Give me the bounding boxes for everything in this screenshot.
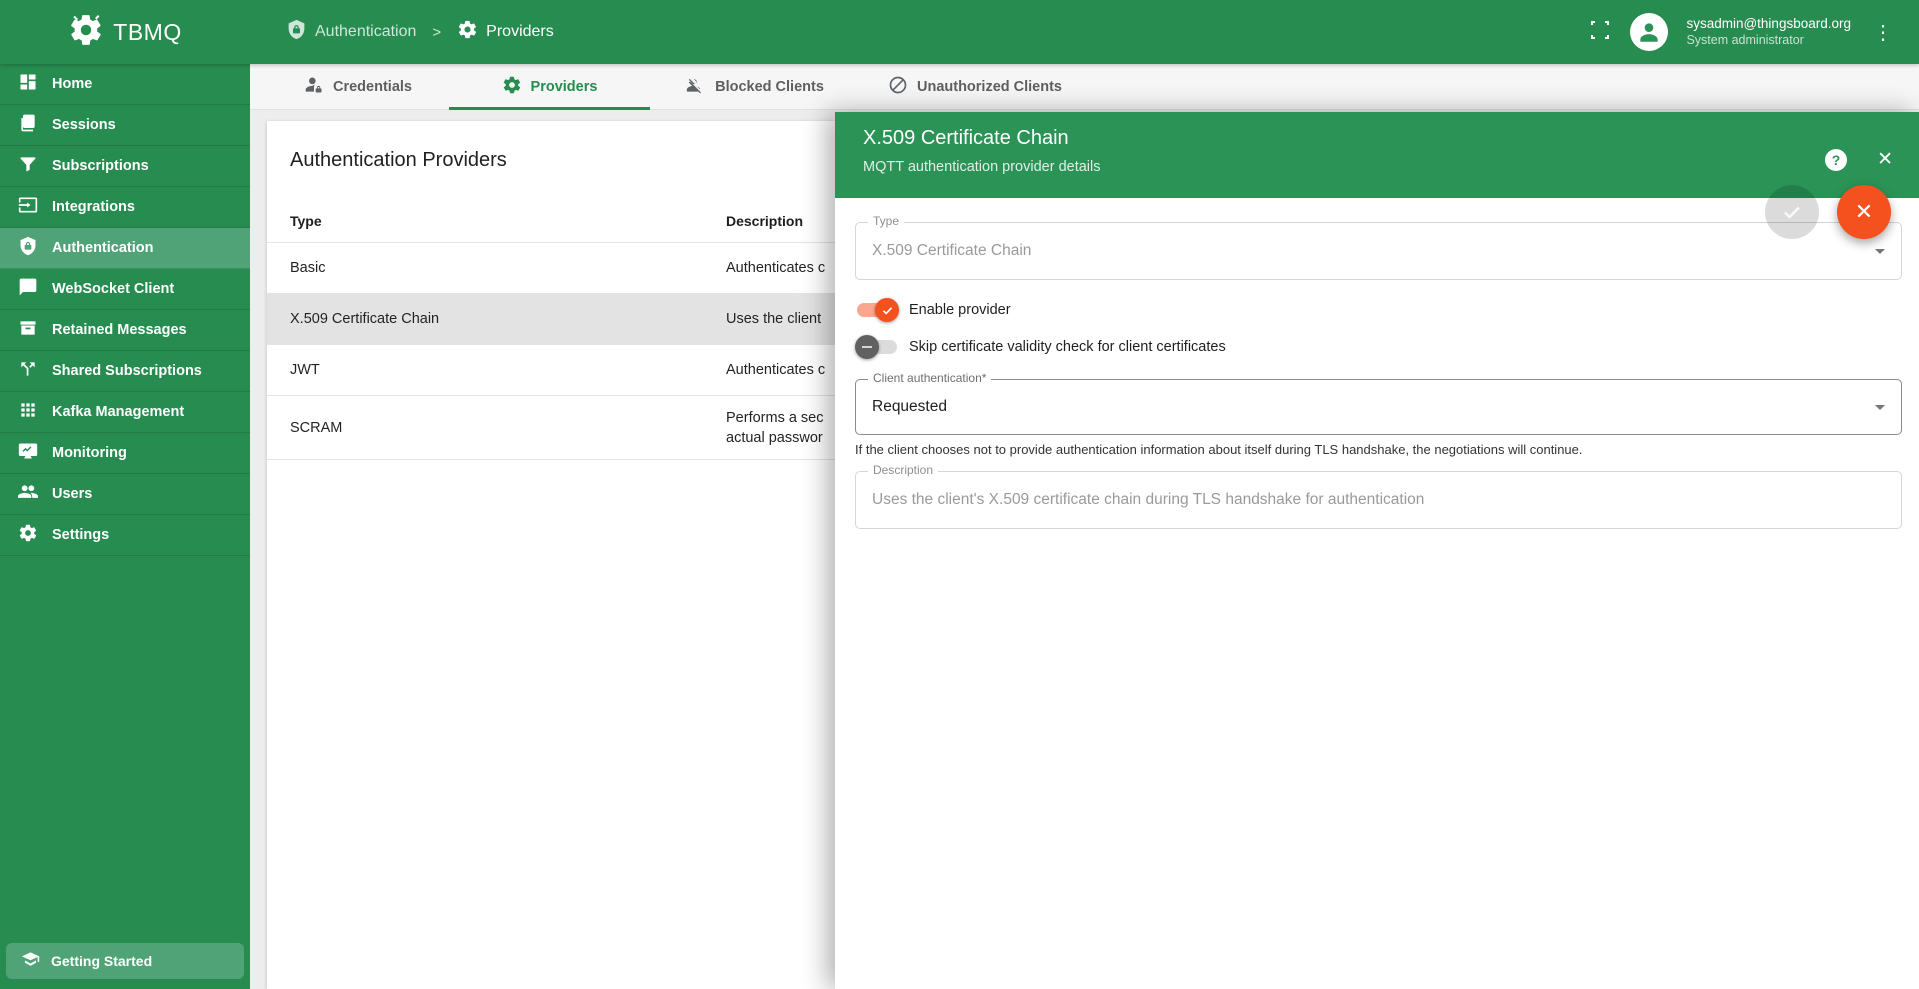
sidebar-item-settings[interactable]: Settings — [0, 515, 250, 556]
description-value: Uses the client's X.509 certificate chai… — [872, 491, 1425, 508]
panel-header: X.509 Certificate Chain MQTT authenticat… — [835, 112, 1919, 198]
person-off-icon — [686, 75, 706, 99]
description-label: Description — [868, 463, 939, 477]
filter-icon — [18, 154, 38, 178]
tab-providers[interactable]: Providers — [449, 64, 650, 110]
archive-icon — [18, 318, 38, 342]
dashboard-icon — [18, 72, 38, 96]
tab-credentials[interactable]: Credentials — [267, 64, 449, 109]
sidebar-item-integrations[interactable]: Integrations — [0, 187, 250, 228]
client-authentication-value: Requested — [872, 398, 947, 415]
user-role: System administrator — [1686, 32, 1804, 47]
dash-icon — [855, 335, 879, 359]
sidebar-item-home[interactable]: Home — [0, 64, 250, 105]
tab-bar: Credentials Providers Blocked Clients Un… — [250, 64, 1919, 110]
client-authentication-select[interactable]: Client authentication* Requested — [855, 371, 1902, 435]
client-authentication-label: Client authentication* — [868, 371, 992, 385]
skip-validity-label: Skip certificate validity check for clie… — [909, 339, 1226, 355]
tab-blocked-clients[interactable]: Blocked Clients — [650, 64, 860, 109]
getting-started-button[interactable]: Getting Started — [6, 943, 244, 979]
cancel-changes-fab[interactable]: ✕ — [1837, 185, 1891, 239]
fullscreen-icon[interactable] — [1588, 18, 1612, 47]
gear-icon — [502, 75, 522, 99]
gear-icon — [457, 19, 478, 45]
sidebar: Home Sessions Subscriptions Integrations… — [0, 64, 250, 989]
breadcrumb-authentication[interactable]: Authentication — [286, 19, 416, 45]
chevron-down-icon — [1875, 249, 1885, 254]
user-info[interactable]: sysadmin@thingsboard.org System administ… — [1686, 16, 1851, 49]
chevron-down-icon — [1875, 405, 1885, 410]
gear-icon — [18, 523, 38, 547]
topbar-actions: sysadmin@thingsboard.org System administ… — [1588, 13, 1919, 51]
close-icon[interactable]: ✕ — [1877, 148, 1893, 171]
panel-body: Type X.509 Certificate Chain Enable prov… — [835, 198, 1919, 529]
users-icon — [18, 482, 38, 506]
person-lock-icon — [304, 75, 324, 99]
monitor-icon — [18, 441, 38, 465]
user-email: sysadmin@thingsboard.org — [1686, 15, 1851, 31]
sessions-icon — [18, 113, 38, 137]
breadcrumb: Authentication > Providers — [250, 19, 554, 45]
sidebar-item-websocket-client[interactable]: WebSocket Client — [0, 269, 250, 310]
top-bar: TBMQ Authentication > Providers sysadmin… — [0, 0, 1919, 64]
app-window: TBMQ Authentication > Providers sysadmin… — [0, 0, 1919, 989]
sidebar-item-authentication[interactable]: Authentication — [0, 228, 250, 269]
sidebar-item-subscriptions[interactable]: Subscriptions — [0, 146, 250, 187]
sidebar-item-shared-subscriptions[interactable]: Shared Subscriptions — [0, 351, 250, 392]
split-icon — [18, 359, 38, 383]
chat-icon — [18, 277, 38, 301]
skip-validity-row: Skip certificate validity check for clie… — [855, 333, 1902, 361]
close-icon: ✕ — [1854, 199, 1874, 224]
sidebar-item-users[interactable]: Users — [0, 474, 250, 515]
client-authentication-hint: If the client chooses not to provide aut… — [855, 442, 1583, 457]
panel-title: X.509 Certificate Chain — [863, 127, 1069, 149]
skip-validity-toggle[interactable] — [855, 335, 899, 359]
check-icon — [875, 298, 899, 322]
breadcrumb-providers[interactable]: Providers — [457, 19, 554, 45]
integrations-icon — [18, 195, 38, 219]
more-menu-icon[interactable]: ⋮ — [1869, 18, 1897, 47]
enable-provider-toggle[interactable] — [855, 298, 899, 322]
sidebar-item-retained-messages[interactable]: Retained Messages — [0, 310, 250, 351]
panel-subtitle: MQTT authentication provider details — [863, 159, 1101, 175]
brand-logo[interactable]: TBMQ — [0, 12, 250, 53]
sidebar-item-sessions[interactable]: Sessions — [0, 105, 250, 146]
graduation-cap-icon — [21, 950, 40, 972]
grid-icon — [18, 400, 38, 424]
help-icon[interactable]: ? — [1825, 149, 1847, 171]
block-icon — [888, 75, 908, 99]
type-select[interactable]: Type X.509 Certificate Chain — [855, 214, 1902, 280]
shield-lock-icon — [18, 236, 38, 260]
enable-provider-label: Enable provider — [909, 302, 1011, 318]
type-label: Type — [868, 214, 905, 228]
tab-unauthorized-clients[interactable]: Unauthorized Clients — [860, 64, 1090, 109]
sidebar-item-kafka-management[interactable]: Kafka Management — [0, 392, 250, 433]
type-value: X.509 Certificate Chain — [872, 242, 1032, 259]
sidebar-item-monitoring[interactable]: Monitoring — [0, 433, 250, 474]
column-header-type[interactable]: Type — [267, 213, 726, 229]
apply-changes-fab[interactable] — [1765, 185, 1819, 239]
avatar[interactable] — [1630, 13, 1669, 51]
enable-provider-row: Enable provider — [855, 296, 1902, 324]
shield-lock-icon — [286, 19, 307, 45]
breadcrumb-separator: > — [432, 23, 442, 41]
brand-text: TBMQ — [113, 18, 182, 45]
tbmq-logo-icon — [68, 12, 104, 53]
provider-details-panel: X.509 Certificate Chain MQTT authenticat… — [835, 112, 1919, 989]
description-field[interactable]: Description Uses the client's X.509 cert… — [855, 463, 1902, 529]
